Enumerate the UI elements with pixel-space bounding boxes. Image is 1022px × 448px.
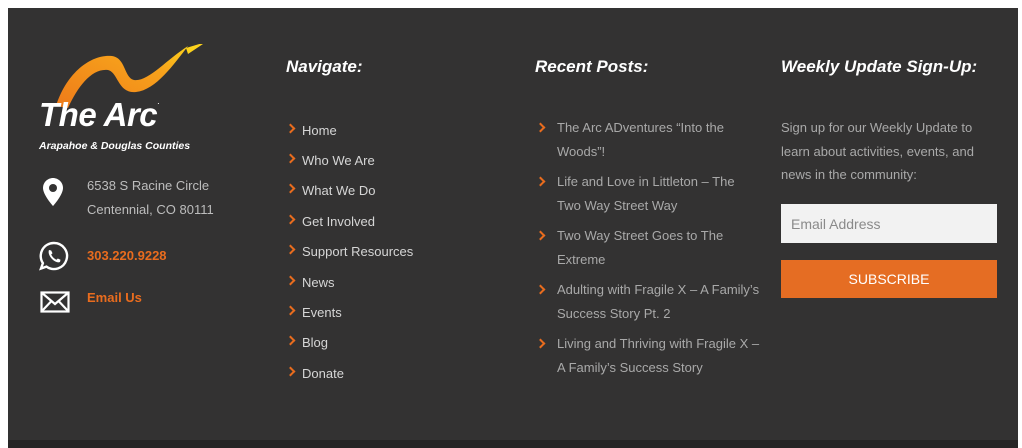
nav-link-what-we-do[interactable]: What We Do — [302, 183, 375, 198]
nav-item-get-involved: Get Involved — [285, 206, 413, 236]
chevron-right-icon — [535, 284, 546, 295]
nav-item-donate: Donate — [285, 358, 413, 388]
site-footer: The Arc. Arapahoe & Douglas Counties 653… — [8, 8, 1018, 448]
post-link[interactable]: Two Way Street Goes to The Extreme — [557, 224, 760, 271]
footer-bottom-bar — [8, 440, 1018, 448]
recent-posts-list: The Arc ADventures “Into the Woods”! Lif… — [535, 116, 760, 386]
signup-heading: Weekly Update Sign-Up: — [781, 57, 978, 76]
address-line-2: Centennial, CO 80111 — [87, 202, 214, 217]
nav-item-events: Events — [285, 297, 413, 327]
address-line-1: 6538 S Racine Circle — [87, 178, 210, 193]
post-link[interactable]: Adulting with Fragile X – A Family’s Suc… — [557, 278, 760, 325]
post-item: Life and Love in Littleton – The Two Way… — [535, 170, 760, 217]
footer-navigate-column: Navigate: Home Who We Are What We Do Get… — [285, 8, 506, 448]
nav-item-news: News — [285, 267, 413, 297]
envelope-icon — [40, 291, 70, 313]
nav-link-support-resources[interactable]: Support Resources — [302, 244, 413, 259]
whatsapp-phone-icon — [39, 241, 69, 271]
chevron-right-icon — [285, 366, 296, 377]
post-link[interactable]: Life and Love in Littleton – The Two Way… — [557, 170, 760, 217]
brand-subtitle: Arapahoe & Douglas Counties — [39, 140, 191, 152]
brand-name: The Arc. — [39, 96, 160, 133]
address: 6538 S Racine Circle Centennial, CO 8011… — [87, 174, 214, 222]
nav-item-blog: Blog — [285, 328, 413, 358]
post-item: Adulting with Fragile X – A Family’s Suc… — [535, 278, 760, 325]
nav-link-who-we-are[interactable]: Who We Are — [302, 153, 375, 168]
chevron-right-icon — [285, 153, 296, 164]
post-link[interactable]: Living and Thriving with Fragile X – A F… — [557, 332, 760, 379]
nav-link-donate[interactable]: Donate — [302, 366, 344, 381]
post-item: Two Way Street Goes to The Extreme — [535, 224, 760, 271]
chevron-right-icon — [285, 184, 296, 194]
chevron-right-icon — [535, 122, 546, 133]
footer-signup-column: Weekly Update Sign-Up: Sign up for our W… — [781, 8, 1011, 448]
chevron-right-icon — [285, 335, 296, 346]
chevron-right-icon — [535, 230, 546, 241]
chevron-right-icon — [285, 214, 296, 225]
chevron-right-icon — [285, 305, 296, 316]
subscribe-button[interactable]: SUBSCRIBE — [781, 260, 997, 298]
footer-recent-posts-column: Recent Posts: The Arc ADventures “Into t… — [535, 8, 765, 448]
nav-item-who-we-are: Who We Are — [285, 145, 413, 175]
chevron-right-icon — [285, 123, 296, 134]
nav-link-events[interactable]: Events — [302, 305, 342, 320]
post-item: The Arc ADventures “Into the Woods”! — [535, 116, 760, 163]
nav-item-home: Home — [285, 115, 413, 145]
nav-item-support-resources: Support Resources — [285, 237, 413, 267]
signup-description: Sign up for our Weekly Update to learn a… — [781, 120, 974, 182]
footer-brand-column: The Arc. Arapahoe & Douglas Counties 653… — [8, 8, 248, 448]
phone-link[interactable]: 303.220.9228 — [87, 248, 167, 263]
post-item: Living and Thriving with Fragile X – A F… — [535, 332, 760, 379]
nav-item-what-we-do: What We Do — [285, 176, 413, 206]
nav-link-blog[interactable]: Blog — [302, 335, 328, 350]
location-pin-icon — [43, 178, 63, 206]
email-us-link[interactable]: Email Us — [87, 290, 142, 305]
chevron-right-icon — [535, 338, 546, 349]
nav-link-get-involved[interactable]: Get Involved — [302, 214, 375, 229]
chevron-right-icon — [535, 176, 546, 187]
nav-link-news[interactable]: News — [302, 275, 335, 290]
recent-posts-heading: Recent Posts: — [535, 57, 649, 76]
chevron-right-icon — [285, 275, 296, 286]
navigate-list: Home Who We Are What We Do Get Involved … — [285, 115, 413, 389]
chevron-right-icon — [285, 244, 296, 255]
email-address-input[interactable] — [781, 204, 997, 243]
nav-link-home[interactable]: Home — [302, 123, 337, 138]
navigate-heading: Navigate: — [286, 57, 363, 76]
post-link[interactable]: The Arc ADventures “Into the Woods”! — [557, 116, 760, 163]
